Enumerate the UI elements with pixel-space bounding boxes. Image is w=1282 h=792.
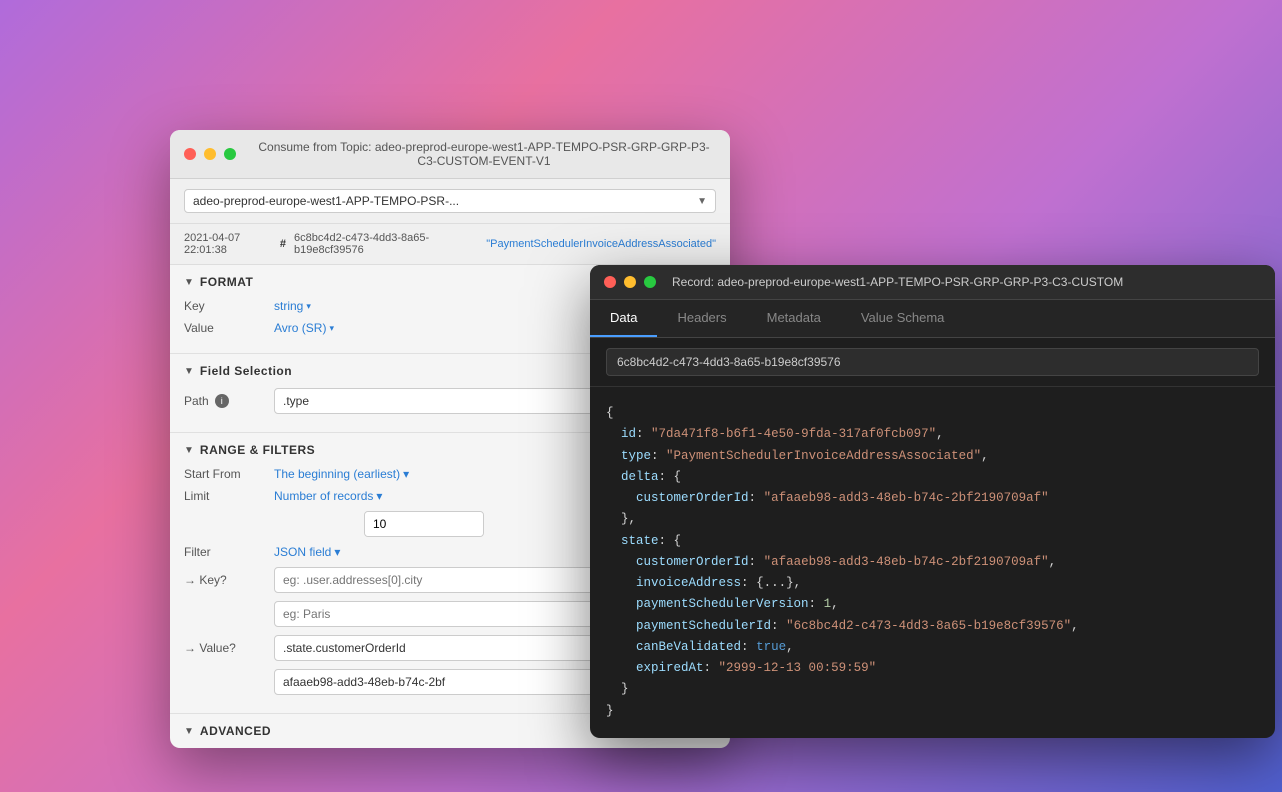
value-label: Value xyxy=(184,321,264,335)
paymentschedulerversion-key: paymentSchedulerVersion xyxy=(636,597,809,611)
field-selection-collapse-icon[interactable]: ▼ xyxy=(184,366,194,377)
customerorderid-state-key: customerOrderId xyxy=(636,555,749,569)
expiredat-key: expiredAt xyxy=(636,661,704,675)
right-window-title: Record: adeo-preprod-europe-west1-APP-TE… xyxy=(672,275,1123,289)
left-titlebar: Consume from Topic: adeo-preprod-europe-… xyxy=(170,130,730,179)
path-label: Path xyxy=(184,394,209,408)
chevron-down-icon: ▼ xyxy=(697,196,707,207)
value-value: Avro (SR) xyxy=(274,321,326,335)
state-key: state xyxy=(621,534,659,548)
right-fullscreen-button[interactable] xyxy=(644,276,656,288)
invoiceaddress-key: invoiceAddress xyxy=(636,576,741,590)
right-window: Record: adeo-preprod-europe-west1-APP-TE… xyxy=(590,265,1275,738)
type-val: "PaymentSchedulerInvoiceAddressAssociate… xyxy=(666,449,981,463)
tab-headers[interactable]: Headers xyxy=(657,300,746,337)
advanced-title: ADVANCED xyxy=(200,724,271,738)
message-bar: 2021-04-07 22:01:38 # 6c8bc4d2-c473-4dd3… xyxy=(170,224,730,265)
paymentschedulerid-key: paymentSchedulerId xyxy=(636,619,771,633)
limit-type-dropdown[interactable]: Number of records ▾ xyxy=(274,489,382,503)
topic-value: adeo-preprod-europe-west1-APP-TEMPO-PSR-… xyxy=(193,194,459,208)
message-type: "PaymentSchedulerInvoiceAddressAssociate… xyxy=(486,238,716,250)
fullscreen-button[interactable] xyxy=(224,148,236,160)
start-from-label: Start From xyxy=(184,467,264,481)
tab-value-schema[interactable]: Value Schema xyxy=(841,300,965,337)
canbevalidated-key: canBeValidated xyxy=(636,640,741,654)
invoiceaddress-val: {...} xyxy=(756,576,794,590)
paymentschedulerversion-val: 1 xyxy=(824,597,832,611)
id-key: id xyxy=(621,427,636,441)
expiredat-val: "2999-12-13 00:59:59" xyxy=(719,661,877,675)
message-timestamp: 2021-04-07 22:01:38 xyxy=(184,232,272,256)
limit-number-input[interactable] xyxy=(365,512,484,536)
key-value-dropdown[interactable]: string ▾ xyxy=(274,299,311,313)
number-input-container: ▲ ▼ xyxy=(364,511,484,537)
customerorderid-delta-val: "afaaeb98-add3-48eb-b74c-2bf2190709af" xyxy=(764,491,1049,505)
topic-row: adeo-preprod-europe-west1-APP-TEMPO-PSR-… xyxy=(170,179,730,224)
filter-type-value: JSON field xyxy=(274,545,331,559)
filter-type-dropdown[interactable]: JSON field ▾ xyxy=(274,545,340,559)
key-chevron-icon: ▾ xyxy=(306,301,311,312)
minimize-button[interactable] xyxy=(204,148,216,160)
close-button[interactable] xyxy=(184,148,196,160)
limit-type-chevron-icon: ▾ xyxy=(376,489,382,503)
canbevalidated-val: true xyxy=(756,640,786,654)
range-filters-title: RANGE & FILTERS xyxy=(200,443,315,457)
id-val: "7da471f8-b6f1-4e50-9fda-317af0fcb097" xyxy=(651,427,936,441)
advanced-collapse-icon[interactable]: ▼ xyxy=(184,726,194,737)
paymentschedulerid-val: "6c8bc4d2-c473-4dd3-8a65-b19e8cf39576" xyxy=(786,619,1071,633)
json-open-brace: { xyxy=(606,406,614,420)
message-hash-icon: # xyxy=(280,238,286,250)
right-close-button[interactable] xyxy=(604,276,616,288)
right-minimize-button[interactable] xyxy=(624,276,636,288)
tab-data[interactable]: Data xyxy=(590,300,657,337)
field-selection-title: Field Selection xyxy=(200,364,292,378)
key-label: Key xyxy=(184,299,264,313)
customerorderid-delta-key: customerOrderId xyxy=(636,491,749,505)
filter-label: Filter xyxy=(184,545,264,559)
delta-key: delta xyxy=(621,470,659,484)
topic-selector[interactable]: adeo-preprod-europe-west1-APP-TEMPO-PSR-… xyxy=(184,189,716,213)
value-filter-label: → Value? xyxy=(184,641,264,655)
type-key: type xyxy=(621,449,651,463)
message-id: 6c8bc4d2-c473-4dd3-8a65-b19e8cf39576 xyxy=(294,232,470,256)
format-collapse-icon[interactable]: ▼ xyxy=(184,277,194,288)
tabs-row: Data Headers Metadata Value Schema xyxy=(590,300,1275,338)
json-content: { id: "7da471f8-b6f1-4e50-9fda-317af0fcb… xyxy=(590,387,1275,738)
start-from-value: The beginning (earliest) xyxy=(274,467,400,481)
value-value-dropdown[interactable]: Avro (SR) ▾ xyxy=(274,321,334,335)
format-title: FORMAT xyxy=(200,275,253,289)
range-filters-collapse-icon[interactable]: ▼ xyxy=(184,445,194,456)
customerorderid-state-val: "afaaeb98-add3-48eb-b74c-2bf2190709af" xyxy=(764,555,1049,569)
start-from-dropdown[interactable]: The beginning (earliest) ▾ xyxy=(274,467,409,481)
right-titlebar: Record: adeo-preprod-europe-west1-APP-TE… xyxy=(590,265,1275,300)
record-id-input[interactable] xyxy=(606,348,1259,376)
start-from-chevron-icon: ▾ xyxy=(403,467,409,481)
tab-metadata[interactable]: Metadata xyxy=(747,300,841,337)
json-close-brace: } xyxy=(606,704,614,718)
path-info-icon[interactable]: i xyxy=(215,394,229,408)
key-value: string xyxy=(274,299,303,313)
value-chevron-icon: ▾ xyxy=(329,323,334,334)
key-filter-label: → Key? xyxy=(184,573,264,587)
filter-chevron-icon: ▾ xyxy=(334,545,340,559)
window-title: Consume from Topic: adeo-preprod-europe-… xyxy=(252,140,716,168)
limit-label: Limit xyxy=(184,489,264,503)
limit-type-value: Number of records xyxy=(274,489,373,503)
record-id-bar xyxy=(590,338,1275,387)
